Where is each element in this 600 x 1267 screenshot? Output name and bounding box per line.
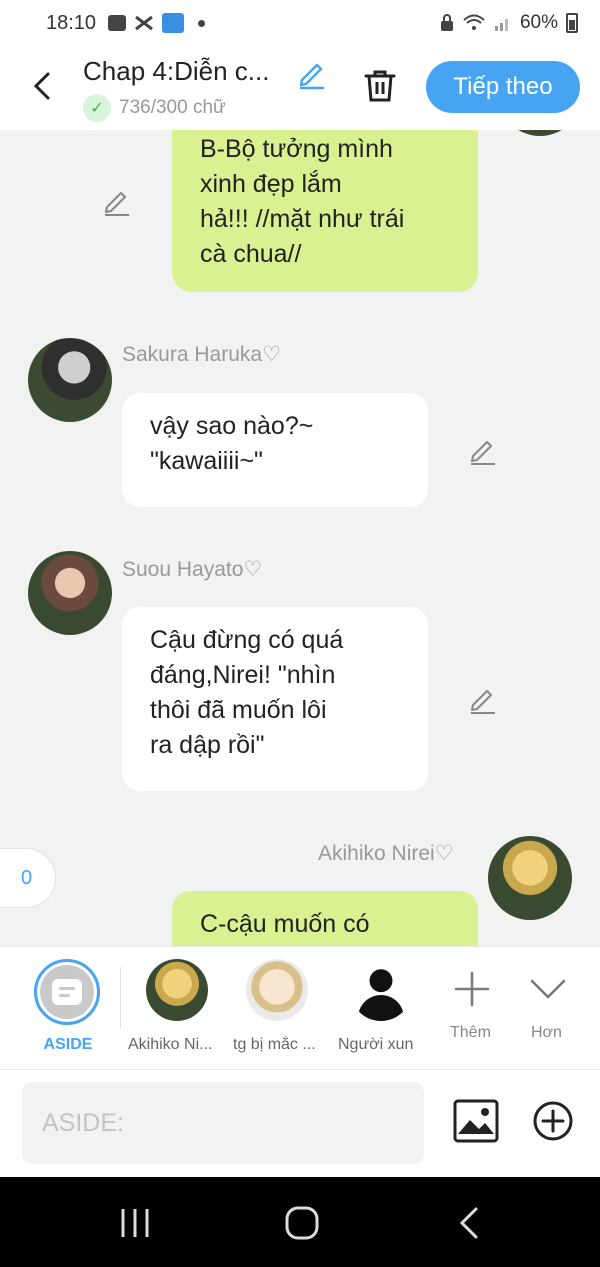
add-character-label[interactable]: Thêm (450, 1024, 491, 1042)
message-line: thôi đã muốn lôi (150, 696, 327, 724)
message-line: vậy sao nào?~ (150, 412, 314, 440)
battery-icon (566, 13, 578, 33)
avatar-akihiko-nirei[interactable] (488, 836, 572, 920)
message-line: "kawaiiii~" (150, 447, 263, 475)
character-avatar-tg[interactable] (246, 959, 308, 1021)
message-line: đáng,Nirei! "nhìn (150, 661, 336, 689)
silhouette-icon (358, 995, 404, 1021)
message-line: ra dập rồi" (150, 731, 265, 759)
chevron-down-icon[interactable] (528, 969, 568, 1009)
message-line: C-cậu muốn có (200, 910, 370, 938)
signal-icon (494, 19, 508, 31)
character-selector: ASIDE Akihiko Ni... tg bị mắc ... Người … (0, 946, 600, 1070)
edit-message-icon[interactable] (468, 684, 498, 714)
status-bar: 18:10 60% (0, 0, 600, 46)
message-line: hả!!! //mặt như trái (200, 205, 405, 233)
chevron-left-icon (33, 72, 50, 100)
system-nav-bar (0, 1177, 600, 1267)
more-label[interactable]: Hơn (531, 1024, 562, 1042)
word-count-text: 736/300 chữ (119, 97, 226, 118)
message-input[interactable] (22, 1082, 424, 1164)
avatar[interactable] (498, 130, 582, 136)
gallery-icon (108, 15, 127, 31)
edit-message-icon[interactable] (102, 186, 132, 216)
chat-area[interactable]: B-Bộ tưởng mình xinh đẹp lắm hả!!! //mặt… (0, 130, 600, 946)
message-line: xinh đẹp lắm (200, 170, 342, 198)
lock-icon (440, 14, 453, 31)
character-label: tg bị mắc ... (233, 1036, 316, 1053)
aside-icon (52, 979, 82, 1005)
status-time: 18:10 (46, 11, 97, 34)
back-nav-icon[interactable] (452, 1205, 488, 1241)
message-line: Cậu đừng có quá (150, 626, 344, 654)
character-avatar-nguoi[interactable] (350, 959, 412, 1021)
unread-counter[interactable]: 0 (0, 848, 56, 908)
avatar-sakura-haruka[interactable] (28, 338, 112, 422)
message-bubble-mine[interactable]: C-cậu muốn có (172, 891, 478, 946)
capcut-icon (135, 15, 153, 31)
home-icon[interactable] (284, 1205, 320, 1241)
editor-header: Chap 4:Diễn c... ✓ 736/300 chữ Tiếp theo (0, 46, 600, 130)
character-label: Akihiko Ni... (128, 1036, 213, 1053)
image-icon[interactable] (452, 1098, 500, 1144)
novel-toon-icon (162, 13, 185, 33)
character-avatar-akihiko[interactable] (146, 959, 208, 1021)
avatar-suou-hayato[interactable] (28, 551, 112, 635)
message-line: B-Bộ tưởng mình (200, 135, 393, 163)
speaker-name: Akihiko Nirei♡ (318, 842, 454, 865)
message-bubble-other[interactable]: vậy sao nào?~ "kawaiiii~" (122, 393, 428, 507)
recent-apps-icon[interactable] (117, 1205, 153, 1241)
add-character-icon[interactable] (452, 969, 492, 1009)
battery-percent: 60% (519, 12, 558, 33)
add-circle-icon[interactable] (532, 1100, 574, 1142)
next-button[interactable]: Tiếp theo (426, 61, 580, 113)
notification-icons (108, 13, 206, 33)
divider (120, 967, 121, 1029)
wifi-icon (463, 14, 485, 30)
back-button[interactable] (26, 66, 62, 106)
message-bubble-other[interactable]: Cậu đừng có quá đáng,Nirei! "nhìn thôi đ… (122, 607, 428, 791)
trash-icon[interactable] (360, 66, 400, 106)
check-icon: ✓ (83, 94, 111, 122)
character-label: Người xun (338, 1036, 414, 1053)
word-count: ✓ 736/300 chữ (83, 94, 226, 122)
input-bar (0, 1070, 600, 1177)
edit-title-icon[interactable] (296, 58, 328, 90)
chapter-title[interactable]: Chap 4:Diễn c... (83, 56, 269, 87)
system-icons: 60% (440, 12, 578, 34)
speaker-name: Suou Hayato♡ (122, 558, 263, 581)
edit-message-icon[interactable] (468, 435, 498, 465)
aside-button[interactable] (34, 959, 100, 1025)
message-line: cà chua// (200, 240, 302, 268)
message-bubble-mine[interactable]: B-Bộ tưởng mình xinh đẹp lắm hả!!! //mặt… (172, 130, 478, 292)
aside-label: ASIDE (43, 1036, 93, 1053)
more-notifications-icon (198, 19, 206, 27)
speaker-name: Sakura Haruka♡ (122, 343, 281, 366)
